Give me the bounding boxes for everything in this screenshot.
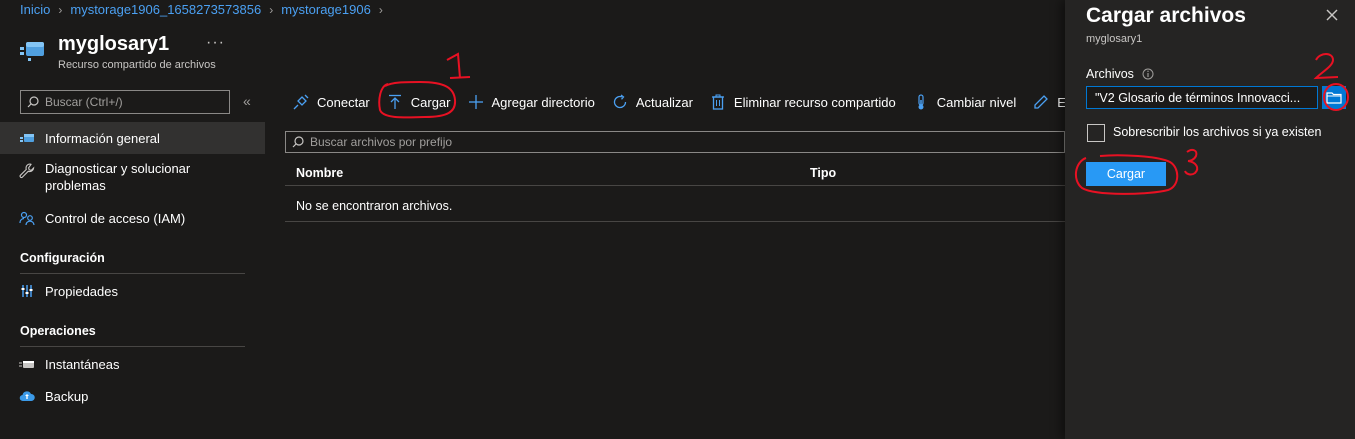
file-share-icon — [18, 129, 36, 147]
wrench-icon — [18, 162, 36, 180]
refresh-label: Actualizar — [635, 94, 693, 110]
add-directory-label: Agregar directorio — [491, 94, 595, 110]
properties-icon — [18, 282, 36, 300]
delete-share-button[interactable]: Eliminar recurso compartido — [709, 93, 896, 111]
add-directory-button[interactable]: Agregar directorio — [467, 93, 595, 111]
panel-upload-button[interactable]: Cargar — [1086, 162, 1166, 186]
overwrite-checkbox[interactable] — [1087, 124, 1105, 142]
change-tier-button[interactable]: Cambiar nivel — [912, 93, 1016, 111]
sidebar-search-placeholder: Buscar (Ctrl+/) — [45, 95, 123, 109]
resource-header: myglosary1 Recurso compartido de archivo… — [18, 30, 224, 71]
collapse-sidebar-button[interactable]: « — [243, 93, 251, 109]
chevron-right-icon: › — [378, 2, 383, 17]
empty-message: No se encontraron archivos. — [296, 199, 453, 213]
panel-title: Cargar archivos — [1086, 4, 1246, 27]
sidebar-item-label: Backup — [45, 388, 89, 404]
chevron-right-icon: › — [269, 2, 274, 17]
sidebar-item-label: Propiedades — [45, 283, 118, 299]
plus-icon — [467, 93, 485, 111]
sidebar-item-diagnose[interactable]: Diagnosticar y solucionar problemas — [0, 160, 265, 196]
sidebar-item-backup[interactable]: Backup — [0, 383, 265, 409]
pencil-icon — [1032, 93, 1050, 111]
search-icon — [27, 96, 39, 108]
sidebar-item-iam[interactable]: Control de acceso (IAM) — [0, 205, 265, 231]
folder-icon — [1326, 92, 1342, 104]
file-prefix-search-placeholder: Buscar archivos por prefijo — [310, 135, 453, 149]
files-input[interactable]: "V2 Glosario de términos Innovacci... — [1086, 86, 1318, 109]
command-bar: Conectar Cargar Agregar directorio Actua… — [292, 90, 1092, 114]
overwrite-label: Sobrescribir los archivos si ya existen — [1113, 125, 1322, 139]
people-icon — [18, 209, 36, 227]
connect-button[interactable]: Conectar — [292, 93, 370, 111]
file-share-icon — [20, 42, 44, 61]
info-icon[interactable] — [1142, 68, 1154, 80]
page-subtitle: Recurso compartido de archivos — [58, 59, 216, 71]
section-title-operations: Operaciones — [20, 324, 96, 338]
sidebar-item-label: Diagnosticar y solucionar problemas — [45, 161, 191, 193]
change-tier-label: Cambiar nivel — [936, 94, 1017, 110]
breadcrumb-storage-account[interactable]: mystorage1906 — [281, 2, 371, 17]
cloud-backup-icon — [18, 387, 36, 405]
section-divider — [20, 273, 245, 274]
column-header-type[interactable]: Tipo — [810, 166, 836, 180]
table-row: No se encontraron archivos. — [285, 190, 1065, 222]
sidebar-item-overview[interactable]: Información general — [0, 122, 265, 154]
sidebar-search-input[interactable]: Buscar (Ctrl+/) — [20, 90, 230, 114]
sidebar-item-label: Control de acceso (IAM) — [45, 210, 186, 226]
sidebar-item-label: Instantáneas — [45, 356, 120, 372]
upload-label: Cargar — [410, 94, 451, 110]
breadcrumb-home[interactable]: Inicio — [20, 2, 50, 17]
delete-share-label: Eliminar recurso compartido — [733, 94, 896, 110]
breadcrumb-storage-account-group[interactable]: mystorage1906_1658273573856 — [70, 2, 261, 17]
sidebar-item-properties[interactable]: Propiedades — [0, 278, 265, 304]
browse-files-button[interactable] — [1322, 86, 1346, 109]
close-icon[interactable] — [1324, 7, 1340, 23]
thermometer-icon — [912, 93, 930, 111]
plug-icon — [292, 93, 310, 111]
refresh-icon — [611, 93, 629, 111]
sidebar-item-label: Información general — [45, 130, 160, 146]
trash-icon — [709, 93, 727, 111]
connect-label: Conectar — [317, 94, 370, 110]
upload-arrow-icon — [386, 93, 404, 111]
search-icon — [292, 136, 304, 148]
upload-button[interactable]: Cargar — [386, 93, 451, 111]
sidebar-item-snapshots[interactable]: Instantáneas — [0, 351, 265, 377]
refresh-button[interactable]: Actualizar — [611, 93, 693, 111]
page-title: myglosary1 — [58, 33, 170, 55]
snapshot-icon — [18, 355, 36, 373]
breadcrumb: Inicio › mystorage1906_1658273573856 › m… — [20, 2, 391, 17]
files-label-text: Archivos — [1086, 67, 1134, 81]
column-header-name[interactable]: Nombre — [296, 166, 343, 180]
files-table-header: Nombre Tipo — [285, 160, 1065, 186]
more-options-button[interactable]: ··· — [206, 34, 225, 52]
section-divider — [20, 346, 245, 347]
upload-files-panel: Cargar archivos myglosary1 Archivos "V2 … — [1065, 0, 1355, 439]
section-title-configuration: Configuración — [20, 251, 105, 265]
file-prefix-search-input[interactable]: Buscar archivos por prefijo — [285, 131, 1065, 153]
files-field-label: Archivos — [1086, 67, 1154, 81]
chevron-right-icon: › — [58, 2, 63, 17]
panel-subtitle: myglosary1 — [1086, 33, 1143, 45]
